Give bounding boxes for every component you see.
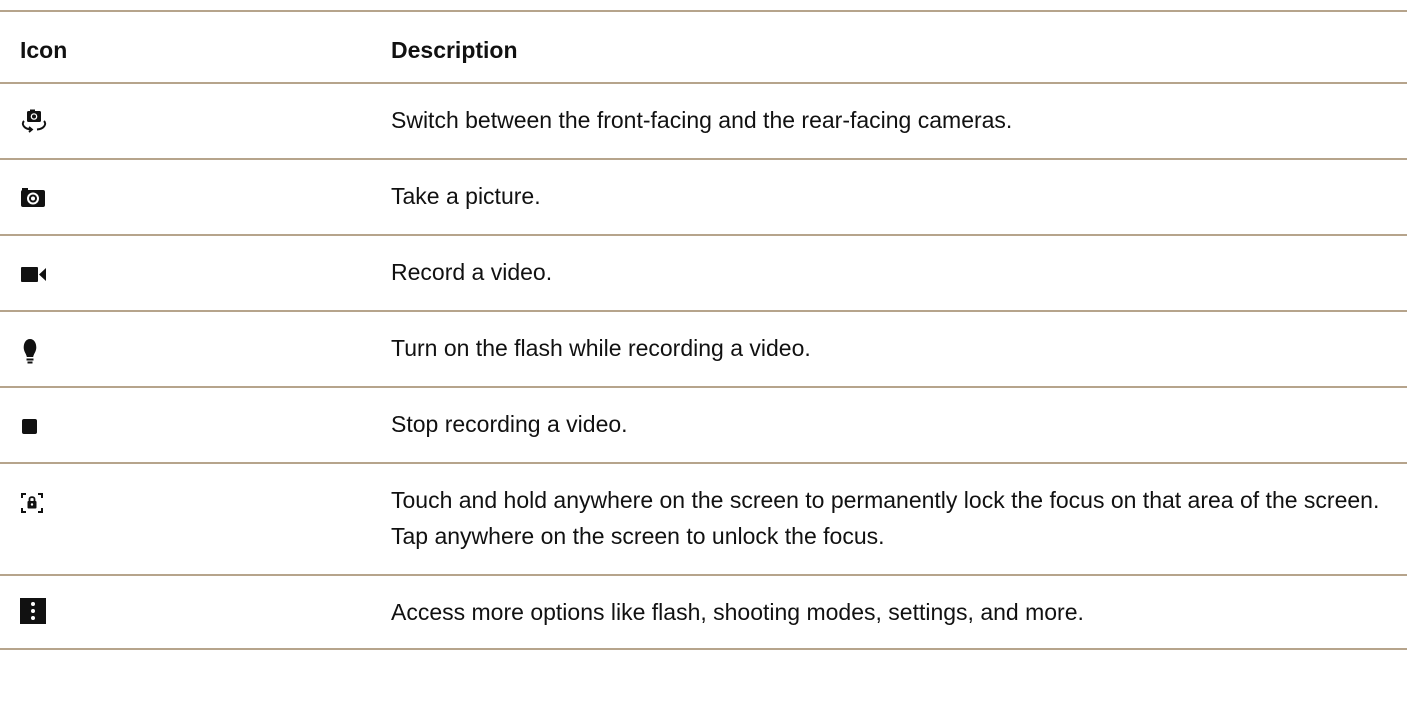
video-camera-icon xyxy=(20,265,48,283)
row-description: Turn on the flash while recording a vide… xyxy=(391,335,811,361)
table-row: Switch between the front-facing and the … xyxy=(0,82,1407,158)
icon-description-table: Icon Description Switch between the fron… xyxy=(0,10,1407,650)
row-description: Record a video. xyxy=(391,259,553,285)
focus-lock-icon xyxy=(20,492,44,514)
table-row: Take a picture. xyxy=(0,158,1407,234)
switch-camera-icon xyxy=(20,109,48,133)
table-row: Turn on the flash while recording a vide… xyxy=(0,310,1407,386)
row-description: Access more options like flash, shooting… xyxy=(391,599,1084,625)
row-description: Switch between the front-facing and the … xyxy=(391,107,1013,133)
icon-column-header: Icon xyxy=(20,37,68,63)
row-description: Touch and hold anywhere on the screen to… xyxy=(391,487,1380,549)
row-description: Stop recording a video. xyxy=(391,411,628,437)
table-row: Touch and hold anywhere on the screen to… xyxy=(0,462,1407,574)
camera-icon xyxy=(20,186,46,208)
table-header-row: Icon Description xyxy=(0,10,1407,82)
stop-icon xyxy=(20,418,40,436)
table-row: Access more options like flash, shooting… xyxy=(0,574,1407,650)
table-row: Stop recording a video. xyxy=(0,386,1407,462)
row-description: Take a picture. xyxy=(391,183,541,209)
table-row: Record a video. xyxy=(0,234,1407,310)
description-column-header: Description xyxy=(391,37,518,63)
more-options-icon xyxy=(20,598,46,624)
lightbulb-icon xyxy=(20,338,40,366)
